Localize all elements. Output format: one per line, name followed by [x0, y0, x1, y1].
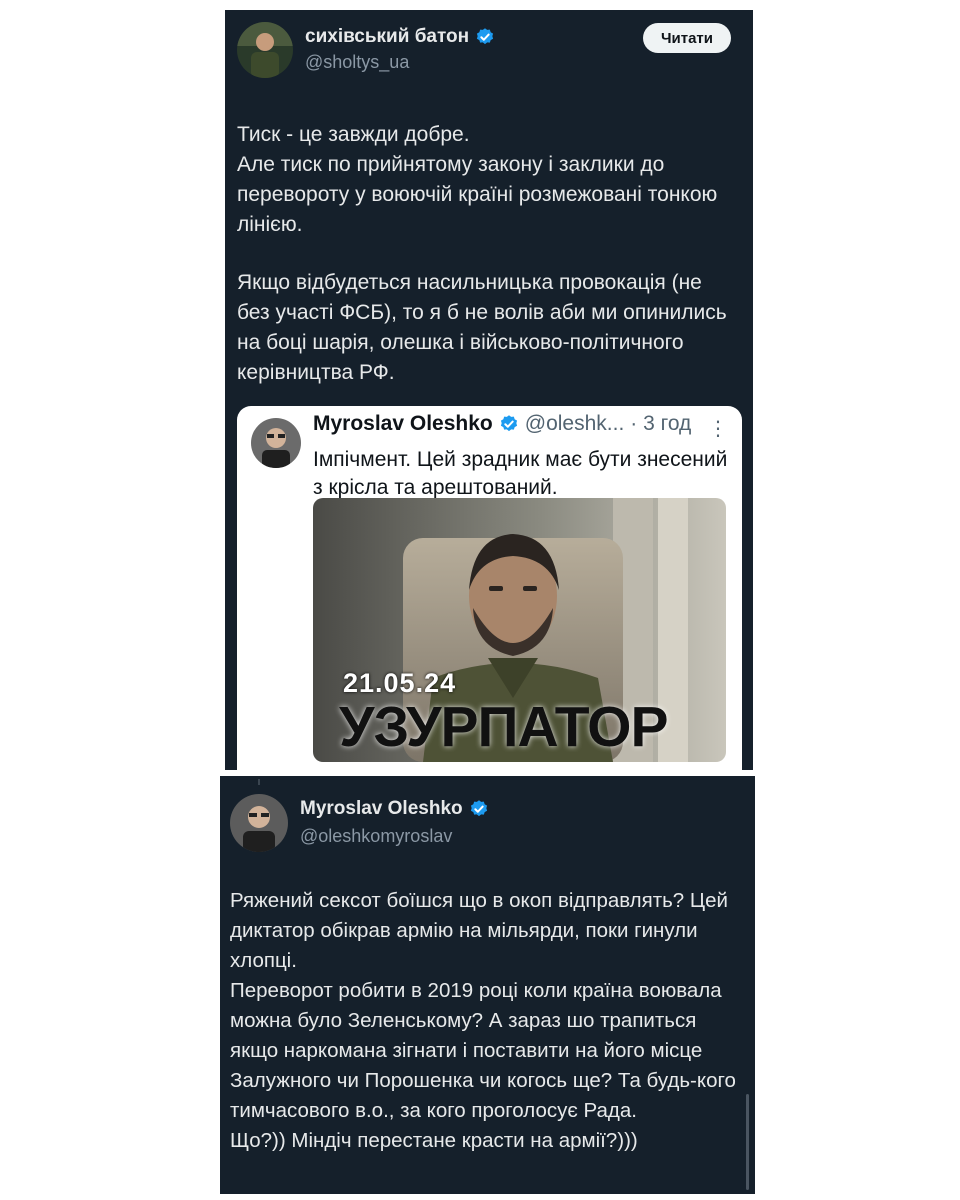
quoted-tweet-card[interactable]: Myroslav Oleshko @oleshk... · 3 год ⋮ Ім…	[237, 406, 742, 770]
tweet-body: Тиск - це завжди добре. Але тиск по прий…	[237, 120, 737, 416]
author-display-name[interactable]: сихівський батон	[305, 26, 469, 48]
reply-display-name[interactable]: Myroslav Oleshko	[300, 798, 463, 820]
verified-badge-icon	[470, 800, 487, 817]
divider-tick	[258, 779, 260, 785]
author-avatar[interactable]	[237, 22, 293, 78]
reply-tweet-panel: Myroslav Oleshko @oleshkomyroslav Ряжени…	[220, 776, 755, 1194]
quoted-handle[interactable]: @oleshk...	[525, 412, 625, 436]
quoted-timestamp[interactable]: · 3 год	[630, 412, 691, 436]
avatar-image	[230, 794, 288, 852]
reply-body: Ряжений сексот боїшся що в окоп відправл…	[230, 889, 736, 1152]
scrollbar-thumb[interactable]	[746, 1094, 749, 1190]
reply-author-avatar[interactable]	[230, 794, 288, 852]
avatar-image	[237, 22, 293, 78]
more-options-icon[interactable]: ⋮	[708, 416, 728, 441]
tweet-paragraph: Тиск - це завжди добре. Але тиск по прий…	[237, 123, 718, 236]
quoted-media-image[interactable]: 21.05.24 УЗУРПАТОР	[313, 498, 726, 762]
quoted-text: Імпічмент. Цей зрадник має бути знесений…	[313, 448, 728, 499]
reply-handle[interactable]: @oleshkomyroslav	[300, 826, 452, 847]
top-tweet-panel: сихівський батон @sholtys_ua Читати Тиск…	[225, 10, 753, 770]
avatar-image	[251, 418, 301, 468]
quoted-header: Myroslav Oleshko @oleshk... · 3 год	[313, 412, 691, 436]
verified-badge-icon	[477, 28, 494, 45]
reply-name-row: Myroslav Oleshko	[300, 798, 489, 820]
quoted-display-name[interactable]: Myroslav Oleshko	[313, 412, 493, 436]
media-caption-text: УЗУРПАТОР	[339, 695, 669, 759]
author-handle[interactable]: @sholtys_ua	[305, 52, 409, 73]
follow-button[interactable]: Читати	[642, 23, 731, 53]
verified-badge-icon	[500, 415, 517, 432]
author-name-row: сихівський батон	[305, 26, 495, 48]
quoted-author-avatar[interactable]	[251, 418, 301, 468]
tweet-paragraph: Якщо відбудеться насильницька провокація…	[237, 271, 727, 384]
